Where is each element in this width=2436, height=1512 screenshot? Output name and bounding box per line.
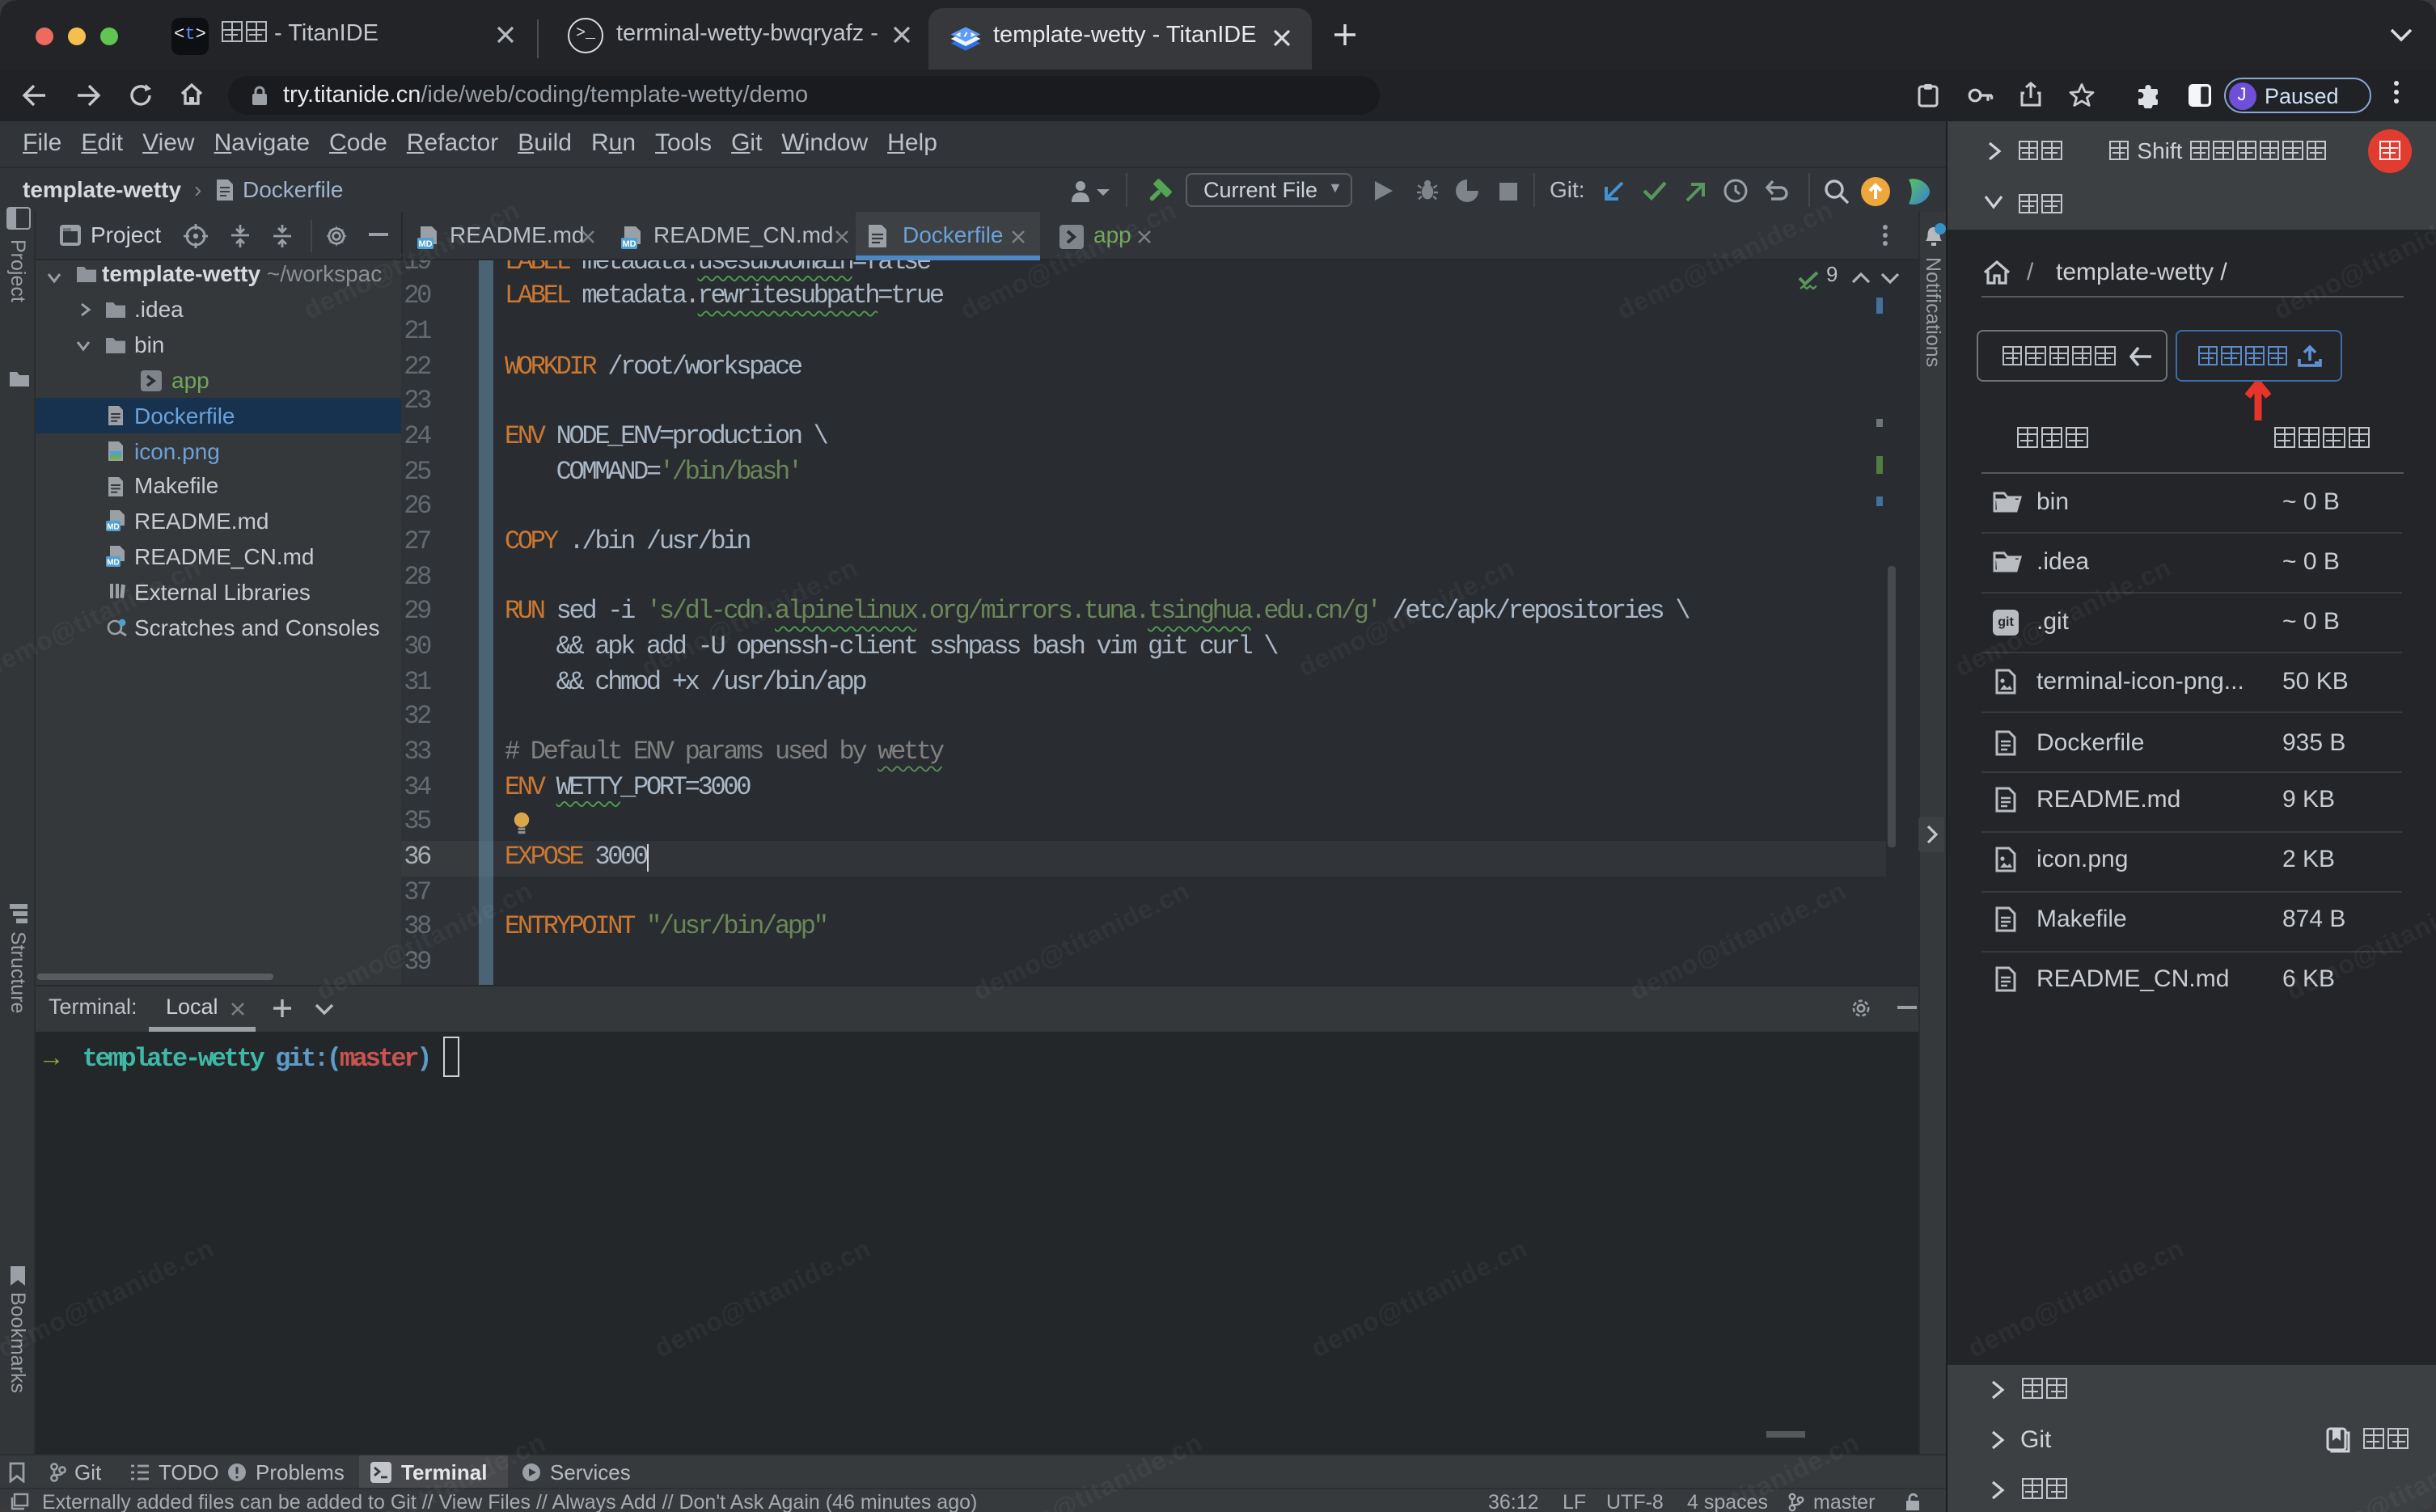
svg-text:MD: MD [107, 523, 120, 532]
svg-text:MD: MD [622, 239, 636, 249]
svg-text:MD: MD [418, 239, 432, 249]
svg-text:MD: MD [107, 559, 120, 568]
